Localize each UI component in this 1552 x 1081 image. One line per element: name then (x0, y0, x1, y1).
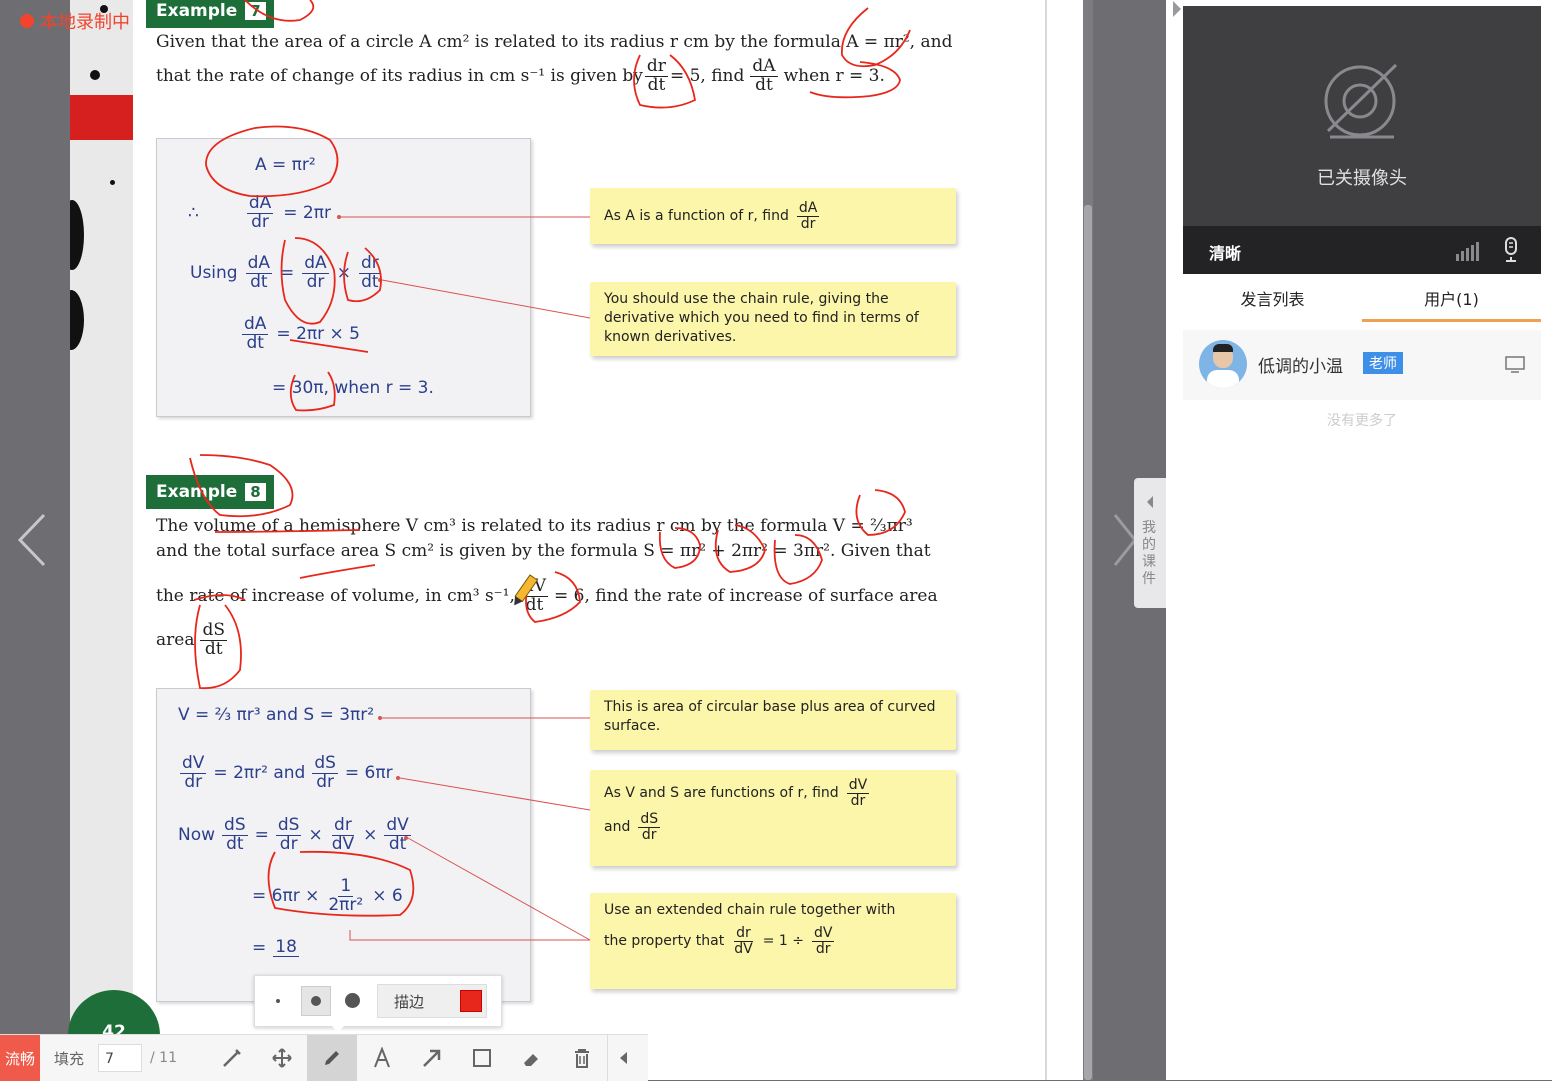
quality-chip[interactable]: 流畅 (0, 1035, 40, 1081)
tab-users[interactable]: 用户(1) (1362, 280, 1541, 320)
stroke-color-selector[interactable]: 描边 (377, 984, 487, 1018)
stroke-label: 描边 (394, 992, 425, 1011)
rectangle-icon[interactable] (457, 1035, 507, 1081)
panel-tabs: 发言列表 用户(1) (1183, 280, 1541, 322)
teacher-badge: 老师 (1363, 352, 1403, 374)
pen-settings-popup: 描边 (254, 975, 502, 1027)
expand-arrow-icon (1147, 496, 1153, 508)
trash-icon[interactable] (557, 1035, 607, 1081)
laser-pointer-icon[interactable] (207, 1035, 257, 1081)
popup-pointer (330, 1024, 346, 1032)
page-number-input[interactable]: 7 (98, 1044, 143, 1072)
stroke-size-small[interactable] (276, 999, 280, 1003)
collapse-toolbar-icon[interactable] (607, 1035, 638, 1081)
camera-view: 已关摄像头 (1183, 6, 1541, 226)
stroke-size-medium[interactable] (301, 986, 331, 1016)
active-tab-indicator (1362, 319, 1541, 322)
eraser-icon[interactable] (507, 1035, 557, 1081)
user-name: 低调的小温 (1258, 357, 1343, 377)
stroke-size-large[interactable] (345, 993, 360, 1008)
fill-button[interactable]: 填充 (54, 1048, 84, 1069)
text-icon[interactable] (357, 1035, 407, 1081)
move-icon[interactable] (257, 1035, 307, 1081)
courseware-label: 我的课件 (1142, 520, 1156, 587)
collapse-panel-icon[interactable] (1170, 0, 1184, 18)
camera-status-bar: 清晰 (1183, 226, 1541, 274)
drawing-toolbar: 流畅 填充 7 / 11 (0, 1034, 648, 1081)
camera-status: 已关摄像头 (1317, 168, 1407, 189)
screen-share-icon[interactable] (1505, 356, 1525, 374)
list-end-message: 没有更多了 (1327, 413, 1397, 429)
avatar (1199, 340, 1247, 388)
pen-icon[interactable] (307, 1035, 357, 1081)
arrow-icon[interactable] (407, 1035, 457, 1081)
tab-speech-list[interactable]: 发言列表 (1183, 280, 1362, 320)
document-scrollbar-thumb[interactable] (1084, 205, 1092, 1080)
stroke-color-swatch[interactable] (460, 990, 483, 1012)
video-quality[interactable]: 清晰 (1209, 240, 1241, 264)
page-total: / 11 (150, 1050, 177, 1066)
camera-off-icon (1324, 63, 1398, 139)
courseware-side-tab[interactable]: 我的课件 (1134, 478, 1166, 608)
annotation-layer (189, 0, 911, 941)
signal-strength-icon (1456, 242, 1479, 261)
microphone-icon[interactable] (1503, 237, 1519, 263)
user-list-item[interactable]: 低调的小温 老师 (1183, 330, 1541, 400)
